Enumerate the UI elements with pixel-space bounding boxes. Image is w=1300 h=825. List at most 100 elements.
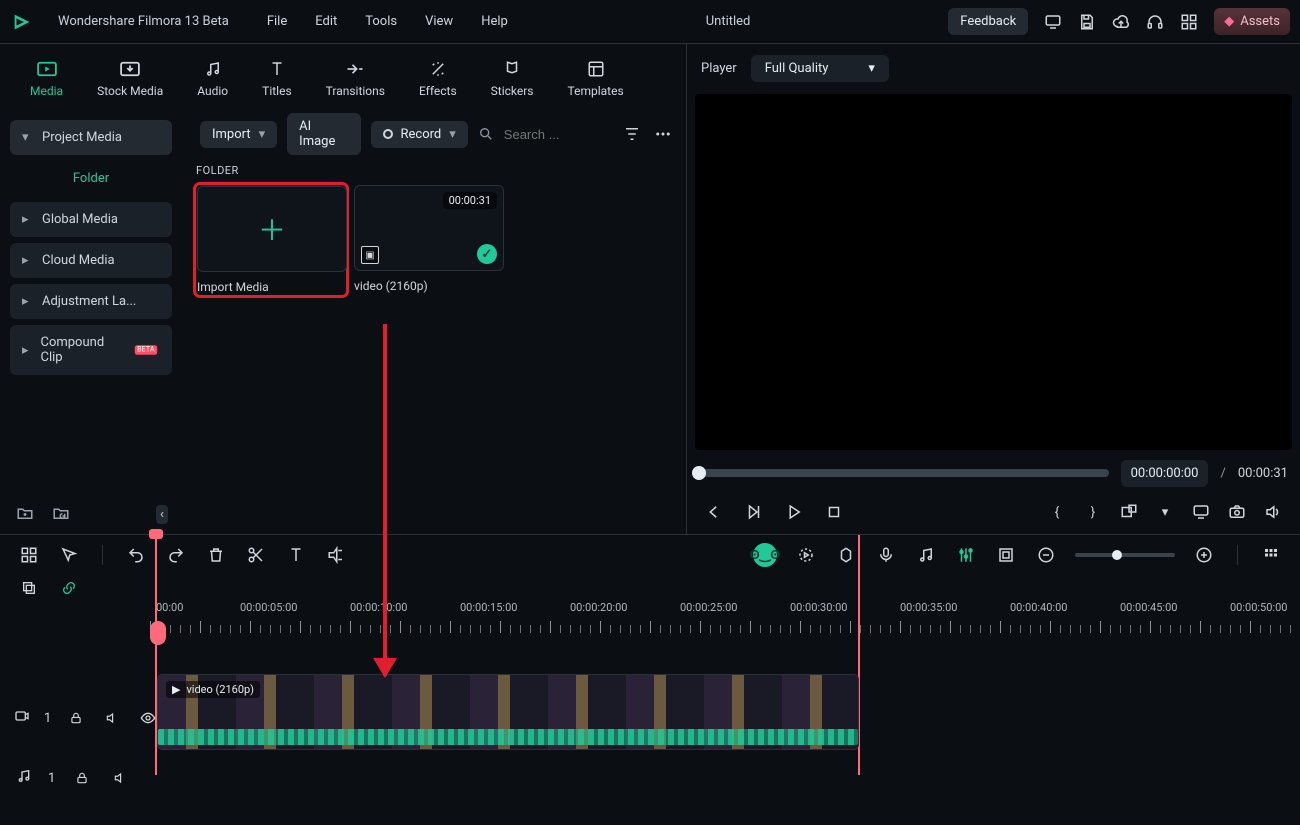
- volume-icon[interactable]: [1262, 501, 1284, 523]
- sidebar-collapse-button[interactable]: ‹: [156, 505, 168, 524]
- sidebar-compound-label: Compound Clip: [40, 335, 118, 365]
- lock-icon[interactable]: [65, 707, 87, 729]
- scrub-track[interactable]: [699, 469, 1109, 477]
- zoom-in-icon[interactable]: [1193, 544, 1215, 566]
- assets-button[interactable]: ◆Assets: [1214, 8, 1290, 35]
- media-toolbar: Import▾ AI Image Record▾: [188, 114, 686, 154]
- ruler-label: 00:00:25:00: [680, 601, 737, 614]
- preview-viewport[interactable]: [695, 94, 1292, 450]
- feedback-button[interactable]: Feedback: [948, 8, 1028, 35]
- timeline-clip[interactable]: ▶video (2160p): [158, 675, 858, 749]
- scrub-knob[interactable]: [692, 466, 706, 480]
- tab-media[interactable]: Media: [30, 60, 63, 98]
- sidebar-item-folder[interactable]: Folder: [10, 161, 172, 196]
- zoom-knob[interactable]: [1112, 550, 1122, 560]
- tab-titles[interactable]: Titles: [262, 60, 291, 98]
- assets-label: Assets: [1240, 14, 1280, 29]
- mixer-icon[interactable]: [955, 544, 977, 566]
- audio-track-index: 1: [48, 771, 55, 786]
- ruler-label: 00:00:40:00: [1010, 601, 1067, 614]
- import-media-tile[interactable]: ＋ Import Media: [196, 185, 346, 295]
- menu-tools[interactable]: Tools: [365, 14, 397, 29]
- filter-icon[interactable]: [622, 123, 643, 145]
- document-title: Untitled: [526, 14, 930, 29]
- zoom-slider[interactable]: [1075, 553, 1175, 557]
- clip-duration-badge: 00:00:31: [443, 192, 497, 209]
- video-track-icon: [14, 708, 30, 728]
- selection-flag[interactable]: [150, 621, 166, 645]
- quality-dropdown[interactable]: Full Quality▾: [751, 55, 889, 82]
- undo-icon[interactable]: [125, 544, 147, 566]
- cursor-icon[interactable]: [58, 544, 80, 566]
- render-icon[interactable]: [795, 544, 817, 566]
- play-next-icon[interactable]: [743, 501, 765, 523]
- menu-file[interactable]: File: [267, 14, 287, 29]
- mute-icon[interactable]: [101, 707, 123, 729]
- plus-icon: ＋: [258, 209, 286, 249]
- beta-badge: BETA: [135, 345, 157, 355]
- delete-icon[interactable]: [205, 544, 227, 566]
- split-icon[interactable]: [245, 544, 267, 566]
- timeline-ruler[interactable]: 00:00 00:00:05:00 00:00:10:00 00:00:15:0…: [150, 601, 1300, 633]
- link-icon[interactable]: [58, 577, 80, 599]
- snapshot-icon[interactable]: [1226, 501, 1248, 523]
- tab-stickers[interactable]: Stickers: [491, 60, 534, 98]
- media-clip-tile[interactable]: 00:00:31 ▣ ✓ video (2160p): [354, 185, 504, 295]
- tab-audio[interactable]: Audio: [197, 60, 228, 98]
- cloud-upload-icon[interactable]: [1112, 13, 1130, 31]
- import-button[interactable]: Import▾: [200, 121, 277, 148]
- display-icon[interactable]: [1190, 501, 1212, 523]
- sidebar-item-compound-clip[interactable]: ▸ Compound Clip BETA: [10, 325, 172, 375]
- ai-image-button[interactable]: AI Image: [287, 113, 360, 155]
- lock-icon[interactable]: [71, 767, 93, 789]
- search-field[interactable]: [478, 126, 612, 143]
- voice-icon[interactable]: [875, 544, 897, 566]
- monitor-icon[interactable]: [1044, 13, 1062, 31]
- app-logo-icon: [10, 10, 34, 34]
- sidebar-item-adjustment-layer[interactable]: ▸ Adjustment La...: [10, 284, 172, 319]
- tab-effects[interactable]: Effects: [419, 60, 457, 98]
- layout-icon[interactable]: [18, 544, 40, 566]
- grid-icon[interactable]: [1180, 13, 1198, 31]
- timeline-view-icon[interactable]: [1260, 544, 1282, 566]
- more-icon[interactable]: [653, 123, 674, 145]
- zoom-out-icon[interactable]: [1035, 544, 1057, 566]
- speed-icon[interactable]: [325, 544, 347, 566]
- playhead[interactable]: [155, 535, 157, 775]
- crop-icon[interactable]: [995, 544, 1017, 566]
- menu-view[interactable]: View: [425, 14, 453, 29]
- mute-icon[interactable]: [109, 767, 131, 789]
- tab-templates[interactable]: Templates: [568, 60, 624, 98]
- menu-edit[interactable]: Edit: [315, 14, 337, 29]
- chevron-down-icon[interactable]: ▾: [1154, 501, 1176, 523]
- save-icon[interactable]: [1078, 13, 1096, 31]
- ratio-icon[interactable]: [1118, 501, 1140, 523]
- stop-icon[interactable]: [823, 501, 845, 523]
- play-icon[interactable]: [783, 501, 805, 523]
- mark-out-icon[interactable]: }: [1082, 501, 1104, 523]
- stickers-icon: [501, 60, 523, 78]
- ai-smile-icon[interactable]: ʘ‿ʘ: [753, 543, 777, 567]
- redo-icon[interactable]: [165, 544, 187, 566]
- clip-type-icon: ▣: [361, 246, 379, 264]
- chevron-right-icon: ▸: [22, 294, 34, 309]
- mark-in-icon[interactable]: {: [1046, 501, 1068, 523]
- sidebar-item-global-media[interactable]: ▸ Global Media: [10, 202, 172, 237]
- marker-icon[interactable]: [835, 544, 857, 566]
- record-button[interactable]: Record▾: [371, 121, 468, 148]
- sidebar-item-cloud-media[interactable]: ▸ Cloud Media: [10, 243, 172, 278]
- new-folder-icon[interactable]: [14, 502, 36, 524]
- ruler-label: 00:00:05:00: [240, 601, 297, 614]
- refresh-folder-icon[interactable]: [50, 502, 72, 524]
- sidebar-item-project-media[interactable]: ▾ Project Media: [10, 120, 172, 155]
- text-icon[interactable]: [285, 544, 307, 566]
- search-input[interactable]: [502, 126, 612, 143]
- tab-stock-media[interactable]: Stock Media: [97, 60, 163, 98]
- headset-icon[interactable]: [1146, 13, 1164, 31]
- duplicate-icon[interactable]: [18, 577, 40, 599]
- selection-end[interactable]: [858, 535, 860, 775]
- menu-help[interactable]: Help: [481, 14, 508, 29]
- prev-frame-icon[interactable]: [703, 501, 725, 523]
- tab-transitions[interactable]: Transitions: [326, 60, 385, 98]
- music-icon[interactable]: [915, 544, 937, 566]
